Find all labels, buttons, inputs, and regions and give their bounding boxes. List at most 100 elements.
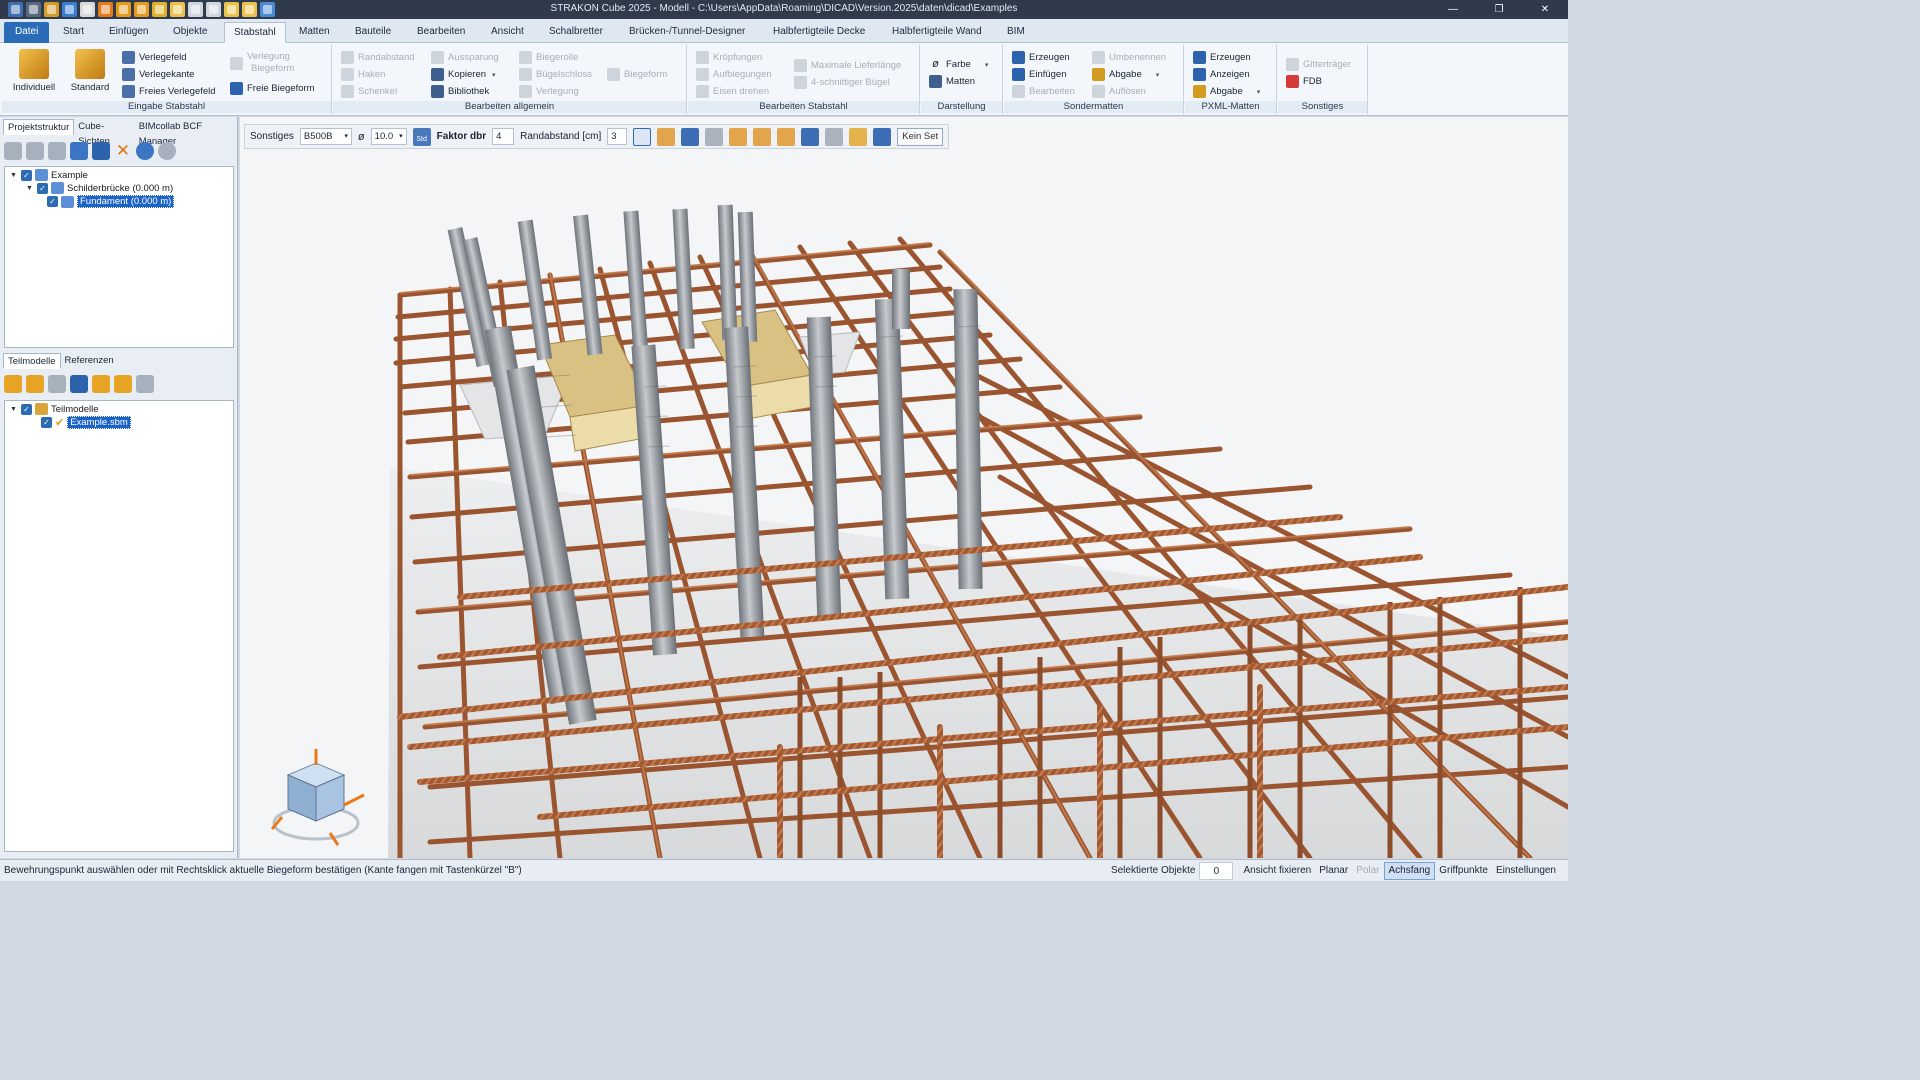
standard-button[interactable]: Standard bbox=[66, 49, 114, 93]
tab-referenzen[interactable]: Referenzen bbox=[61, 353, 118, 369]
check-icon[interactable] bbox=[136, 375, 154, 393]
schenkel-button[interactable]: Schenkel bbox=[341, 85, 397, 98]
checkbox[interactable]: ✓ bbox=[41, 417, 52, 428]
pxml-erzeugen-button[interactable]: Erzeugen bbox=[1193, 51, 1251, 64]
hook-right-icon[interactable] bbox=[753, 127, 772, 146]
sondermatten-abgabe-button[interactable]: Abgabe ▾ bbox=[1092, 68, 1159, 81]
user-icon[interactable] bbox=[48, 375, 66, 393]
stirrup-icon[interactable] bbox=[681, 127, 700, 146]
polar-toggle[interactable]: Polar bbox=[1352, 862, 1383, 880]
achsfang-toggle[interactable]: Achsfang bbox=[1383, 862, 1436, 880]
tab-bruecken-tunnel-designer[interactable]: Brücken-/Tunnel-Designer bbox=[620, 22, 754, 43]
settings-icon[interactable] bbox=[136, 142, 154, 160]
view-cube[interactable] bbox=[268, 745, 378, 855]
edit-icon[interactable] bbox=[92, 142, 110, 160]
layers-icon[interactable] bbox=[4, 142, 22, 160]
randabstand-input[interactable]: 3 bbox=[607, 128, 628, 145]
tab-datei[interactable]: Datei bbox=[4, 22, 50, 43]
individuell-button[interactable]: Individuell bbox=[10, 49, 58, 93]
close-button[interactable]: ✕ bbox=[1522, 0, 1568, 19]
faktor-dbr-input[interactable]: 4 bbox=[492, 128, 515, 145]
tree-item-selected[interactable]: ✓ ✔ Example.sbm bbox=[41, 416, 131, 429]
tab-schalbretter[interactable]: Schalbretter bbox=[540, 22, 612, 43]
hook-left-icon[interactable] bbox=[729, 127, 748, 146]
delete-icon[interactable]: ✕ bbox=[114, 142, 132, 160]
tree-item[interactable]: ▼ ✓ Teilmodelle bbox=[9, 403, 99, 415]
checkbox[interactable]: ✓ bbox=[21, 169, 32, 181]
sondermatten-bearbeiten-button[interactable]: Bearbeiten bbox=[1012, 85, 1075, 98]
minimize-button[interactable]: — bbox=[1430, 0, 1476, 19]
pxml-anzeigen-button[interactable]: Anzeigen bbox=[1193, 68, 1250, 81]
sondermatten-erzeugen-button[interactable]: Erzeugen bbox=[1012, 51, 1070, 64]
maximize-button[interactable]: ❐ bbox=[1476, 0, 1522, 19]
randabstand-button[interactable]: Randabstand bbox=[341, 51, 415, 64]
tab-bimcollab[interactable]: BIMcollab BCF Manager bbox=[135, 119, 237, 147]
checkbox[interactable]: ✓ bbox=[21, 403, 32, 415]
biegeform-button[interactable]: Biegeform bbox=[607, 68, 667, 81]
maximale-lieferlaenge-button[interactable]: Maximale Lieferlänge bbox=[794, 59, 901, 72]
rebar-model[interactable] bbox=[240, 117, 1568, 858]
pxml-abgabe-button[interactable]: Abgabe ▾ bbox=[1193, 85, 1260, 98]
tree-item-selected[interactable]: ✓ Fundament (0.000 m) bbox=[47, 195, 175, 208]
cross-bars-icon[interactable] bbox=[705, 127, 724, 146]
buegelschloss-button[interactable]: Bügelschloss bbox=[519, 68, 592, 81]
checkbox[interactable]: ✓ bbox=[47, 196, 58, 207]
home-icon[interactable] bbox=[70, 142, 88, 160]
sondermatten-umbenennen-button[interactable]: Umbenennen bbox=[1092, 51, 1166, 64]
kein-set-button[interactable]: Kein Set bbox=[897, 127, 944, 146]
tree-item[interactable]: ▼ ✓ Example bbox=[9, 169, 88, 181]
tab-stabstahl[interactable]: Stabstahl bbox=[224, 22, 286, 43]
freie-biegeform-button[interactable]: Freie Biegeform bbox=[230, 82, 315, 95]
settings-folder-icon[interactable] bbox=[849, 127, 868, 146]
tab-teilmodelle[interactable]: Teilmodelle bbox=[3, 353, 61, 369]
tab-cube-sichten[interactable]: Cube-Sichten bbox=[74, 119, 134, 147]
verlegekante-button[interactable]: Verlegekante bbox=[122, 68, 194, 81]
tab-bearbeiten[interactable]: Bearbeiten bbox=[408, 22, 474, 43]
tab-einfuegen[interactable]: Einfügen bbox=[100, 22, 157, 43]
ansicht-fixieren-toggle[interactable]: Ansicht fixieren bbox=[1239, 862, 1315, 880]
eisen-drehen-button[interactable]: Eisen drehen bbox=[696, 85, 769, 98]
sondermatten-einfuegen-button[interactable]: Einfügen bbox=[1012, 68, 1067, 81]
freies-verlegefeld-button[interactable]: Freies Verlegefeld bbox=[122, 85, 216, 98]
tab-halbfertigteile-wand[interactable]: Halbfertigteile Wand bbox=[883, 22, 991, 43]
multi-bars-icon[interactable] bbox=[657, 127, 676, 146]
vierschnittiger-buegel-button[interactable]: 4-schnittiger Bügel bbox=[794, 76, 890, 89]
sondermatten-aufloesen-button[interactable]: Auflösen bbox=[1092, 85, 1146, 98]
fdb-button[interactable]: FDB bbox=[1286, 75, 1322, 88]
save-set-icon[interactable] bbox=[873, 127, 892, 146]
gittertraeger-button[interactable]: Gitterträger bbox=[1286, 58, 1351, 71]
tab-objekte[interactable]: Objekte bbox=[164, 22, 216, 43]
collapse-icon[interactable]: ▼ bbox=[9, 406, 18, 413]
collapse-icon[interactable]: ▼ bbox=[9, 172, 18, 179]
verlegung-biegeform-button[interactable]: Verlegung Biegeform bbox=[230, 51, 294, 75]
tab-bim[interactable]: BIM bbox=[998, 22, 1034, 43]
import-model-icon[interactable] bbox=[26, 375, 44, 393]
kroepfungen-button[interactable]: Kröpfungen bbox=[696, 51, 762, 64]
home-up-icon[interactable] bbox=[26, 142, 44, 160]
3d-viewport[interactable]: Sonstiges B500B ▾ ø 10.0 ▾ Std Faktor dbr … bbox=[240, 117, 1568, 858]
aufbiegungen-button[interactable]: Aufbiegungen bbox=[696, 68, 772, 81]
biegerolle-button[interactable]: Biegerolle bbox=[519, 51, 578, 64]
verlegefeld-button[interactable]: Verlegefeld bbox=[122, 51, 187, 64]
tab-start[interactable]: Start bbox=[54, 22, 93, 43]
dimensions-icon[interactable] bbox=[825, 127, 844, 146]
edit-model-icon[interactable] bbox=[70, 375, 88, 393]
kopieren-button[interactable]: Kopieren ▾ bbox=[431, 68, 496, 81]
collapse-icon[interactable]: ▼ bbox=[25, 185, 34, 192]
tab-ansicht[interactable]: Ansicht bbox=[482, 22, 533, 43]
farbe-button[interactable]: ø Farbe ▾ bbox=[929, 58, 988, 71]
bibliothek-button[interactable]: Bibliothek bbox=[431, 85, 489, 98]
share-icon[interactable] bbox=[92, 375, 110, 393]
tab-projektstruktur[interactable]: Projektstruktur bbox=[3, 119, 75, 135]
haken-button[interactable]: Haken bbox=[341, 68, 385, 81]
einstellungen-button[interactable]: Einstellungen bbox=[1492, 862, 1560, 880]
planar-toggle[interactable]: Planar bbox=[1315, 862, 1352, 880]
griffpunkte-toggle[interactable]: Griffpunkte bbox=[1435, 862, 1492, 880]
standard-icon[interactable]: Std bbox=[412, 127, 431, 146]
tab-halbfertigteile-decke[interactable]: Halbfertigteile Decke bbox=[764, 22, 874, 43]
checkbox[interactable]: ✓ bbox=[37, 182, 48, 194]
diameter-select[interactable]: 10.0 ▾ bbox=[370, 128, 407, 145]
flag-icon[interactable] bbox=[114, 375, 132, 393]
add-model-icon[interactable] bbox=[4, 375, 22, 393]
aussparung-button[interactable]: Aussparung bbox=[431, 51, 499, 64]
